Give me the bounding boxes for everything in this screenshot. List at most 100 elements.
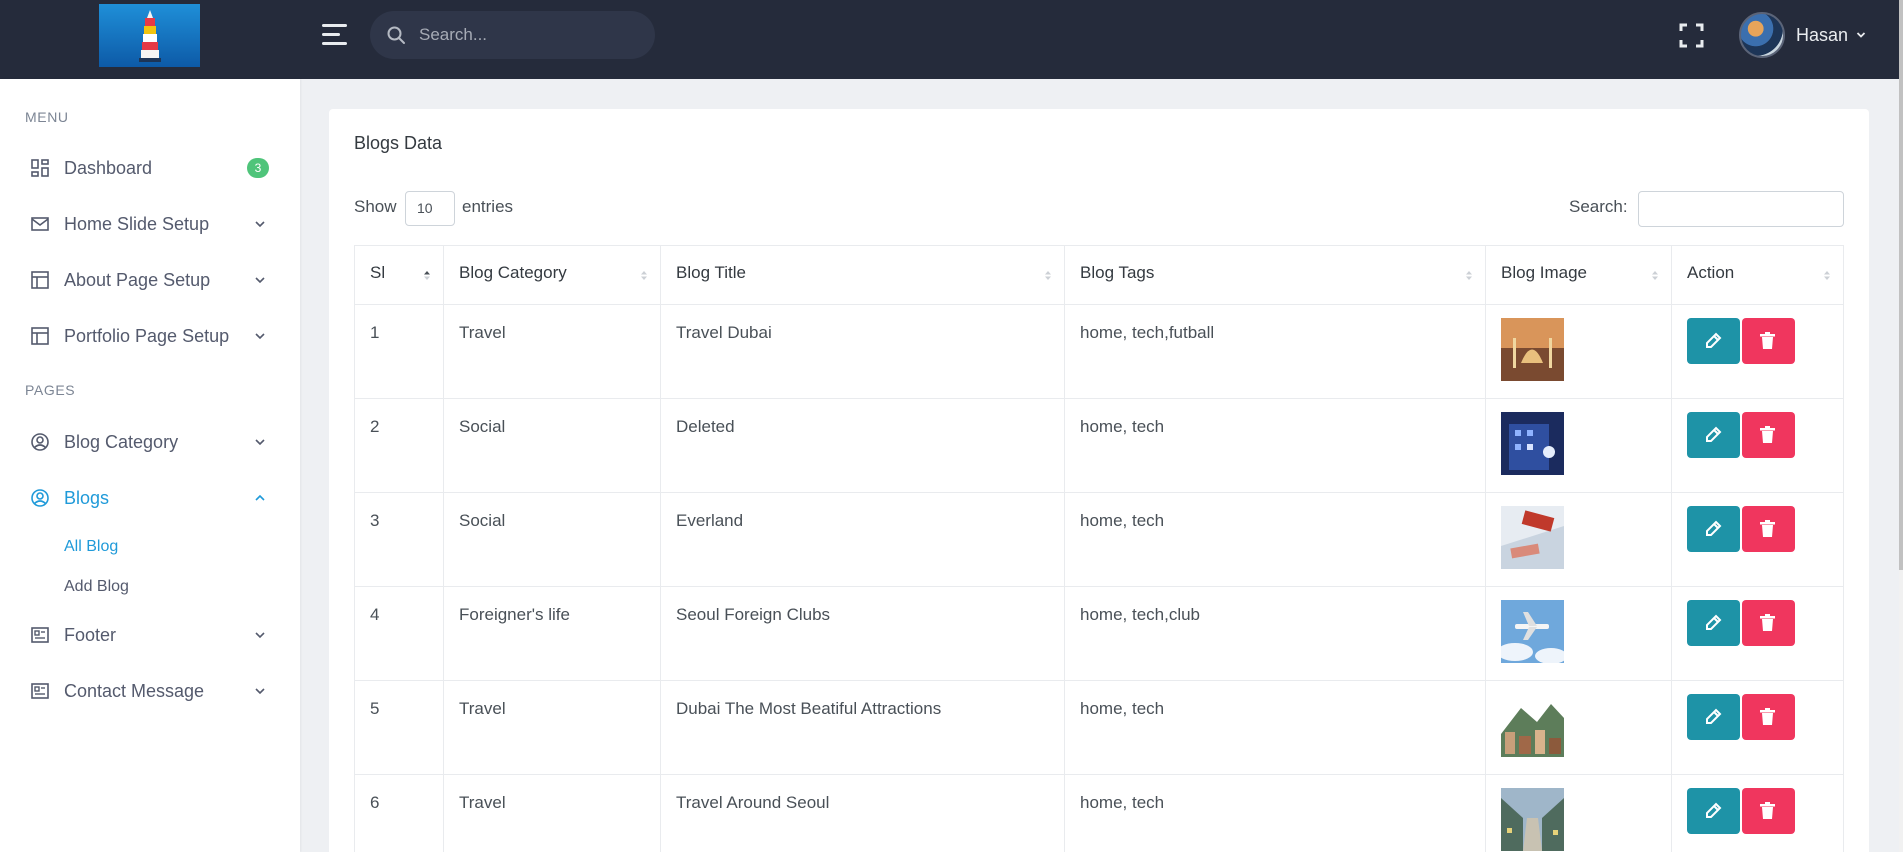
cell-title: Deleted xyxy=(660,398,1065,493)
sidebar-item-blogs[interactable]: Blogs xyxy=(0,476,300,520)
cell-sl: 3 xyxy=(354,492,444,587)
fullscreen-icon[interactable] xyxy=(1679,23,1704,48)
blogs-data-card: Blogs Data Show 10 entries Search: Sl Bl… xyxy=(329,109,1869,852)
column-header-blog-image[interactable]: Blog Image xyxy=(1485,245,1672,305)
column-header-label: Blog Category xyxy=(459,263,567,282)
delete-button[interactable] xyxy=(1742,506,1795,552)
cell-image xyxy=(1485,492,1672,587)
blog-thumbnail[interactable] xyxy=(1501,694,1564,757)
sort-icon xyxy=(1045,271,1051,280)
user-circle-icon xyxy=(31,489,49,507)
sidebar-subitem-all-blog[interactable]: All Blog xyxy=(64,538,118,556)
edit-button[interactable] xyxy=(1687,694,1740,740)
sidebar-item-footer[interactable]: Footer xyxy=(0,613,300,657)
column-header-blog-category[interactable]: Blog Category xyxy=(443,245,661,305)
cell-action xyxy=(1671,774,1844,852)
entries-select[interactable]: 10 xyxy=(405,191,455,226)
search-icon xyxy=(387,26,405,44)
sidebar-item-home-slide-setup[interactable]: Home Slide Setup xyxy=(0,202,300,246)
user-menu[interactable]: Hasan xyxy=(1739,12,1866,58)
sidebar-item-contact-message[interactable]: Contact Message xyxy=(0,669,300,713)
menu-section-title: MENU xyxy=(25,109,69,125)
column-header-label: Sl xyxy=(370,263,386,282)
sidebar-item-label: Footer xyxy=(64,625,117,645)
blog-thumbnail[interactable] xyxy=(1501,412,1564,475)
scrollbar-thumb[interactable] xyxy=(1899,0,1903,570)
newspaper-icon xyxy=(31,627,49,643)
edit-button[interactable] xyxy=(1687,506,1740,552)
sidebar-item-portfolio-page-setup[interactable]: Portfolio Page Setup xyxy=(0,314,300,358)
chevron-down-icon[interactable] xyxy=(1856,30,1866,40)
blog-thumbnail[interactable] xyxy=(1501,506,1564,569)
sidebar-item-blog-category[interactable]: Blog Category xyxy=(0,420,300,464)
mail-icon xyxy=(31,217,49,231)
sort-icon xyxy=(1652,271,1658,280)
cell-sl: 5 xyxy=(354,680,444,775)
card-title: Blogs Data xyxy=(354,133,443,153)
avatar[interactable] xyxy=(1739,12,1785,58)
edit-button[interactable] xyxy=(1687,412,1740,458)
chevron-down-icon xyxy=(255,439,265,446)
cell-action xyxy=(1671,398,1844,493)
cell-category: Social xyxy=(443,492,661,587)
table-search-input[interactable] xyxy=(1638,191,1844,227)
trash-icon xyxy=(1760,614,1775,631)
pages-section-title: PAGES xyxy=(25,382,76,398)
cell-title: Travel Dubai xyxy=(660,304,1065,399)
trash-icon xyxy=(1760,802,1775,819)
cell-tags: home, tech xyxy=(1064,774,1486,852)
sidebar-item-dashboard[interactable]: Dashboard 3 xyxy=(0,146,300,190)
table-row: 3 Social Everland home, tech xyxy=(354,492,1844,587)
notification-badge: 3 xyxy=(247,158,269,178)
cell-tags: home, tech xyxy=(1064,398,1486,493)
edit-button[interactable] xyxy=(1687,600,1740,646)
chevron-down-icon xyxy=(255,688,265,695)
delete-button[interactable] xyxy=(1742,318,1795,364)
sort-icon xyxy=(641,271,647,280)
delete-button[interactable] xyxy=(1742,694,1795,740)
entries-label: entries xyxy=(462,197,514,216)
top-bar: Hasan xyxy=(0,0,1899,79)
cell-image xyxy=(1485,586,1672,681)
cell-title: Seoul Foreign Clubs xyxy=(660,586,1065,681)
sort-asc-icon xyxy=(424,271,430,280)
delete-button[interactable] xyxy=(1742,600,1795,646)
cell-title: Travel Around Seoul xyxy=(660,774,1065,852)
blog-thumbnail[interactable] xyxy=(1501,600,1564,663)
cell-action xyxy=(1671,586,1844,681)
newspaper-icon xyxy=(31,683,49,699)
chevron-down-icon xyxy=(255,221,265,228)
logo[interactable] xyxy=(99,4,200,67)
hamburger-icon[interactable] xyxy=(322,24,347,46)
blog-thumbnail[interactable] xyxy=(1501,318,1564,381)
sidebar-subitem-add-blog[interactable]: Add Blog xyxy=(64,578,129,596)
cell-tags: home, tech,futball xyxy=(1064,304,1486,399)
trash-icon xyxy=(1760,708,1775,725)
edit-button[interactable] xyxy=(1687,318,1740,364)
cell-sl: 2 xyxy=(354,398,444,493)
table-header-row: Sl Blog Category Blog Title Blog Tags Bl… xyxy=(354,245,1844,305)
column-header-sl[interactable]: Sl xyxy=(354,245,444,305)
blogs-table: Sl Blog Category Blog Title Blog Tags Bl… xyxy=(354,245,1844,852)
sidebar: MENU Dashboard 3 Home Slide Setup About … xyxy=(0,79,300,852)
cell-action xyxy=(1671,492,1844,587)
sidebar-item-label: Blogs xyxy=(64,488,110,508)
column-header-blog-title[interactable]: Blog Title xyxy=(660,245,1065,305)
column-header-action[interactable]: Action xyxy=(1671,245,1844,305)
edit-icon xyxy=(1706,426,1722,442)
cell-image xyxy=(1485,398,1672,493)
edit-button[interactable] xyxy=(1687,788,1740,834)
table-search-label: Search: xyxy=(1569,197,1628,216)
sidebar-item-label: Blog Category xyxy=(64,432,179,452)
cell-category: Social xyxy=(443,398,661,493)
delete-button[interactable] xyxy=(1742,412,1795,458)
column-header-blog-tags[interactable]: Blog Tags xyxy=(1064,245,1486,305)
chevron-down-icon xyxy=(255,277,265,284)
cell-category: Travel xyxy=(443,680,661,775)
blog-thumbnail[interactable] xyxy=(1501,788,1564,851)
sidebar-item-about-page-setup[interactable]: About Page Setup xyxy=(0,258,300,302)
logo-tower-icon xyxy=(139,10,161,62)
header-search-input[interactable] xyxy=(419,11,644,59)
user-name[interactable]: Hasan xyxy=(1796,25,1848,46)
delete-button[interactable] xyxy=(1742,788,1795,834)
